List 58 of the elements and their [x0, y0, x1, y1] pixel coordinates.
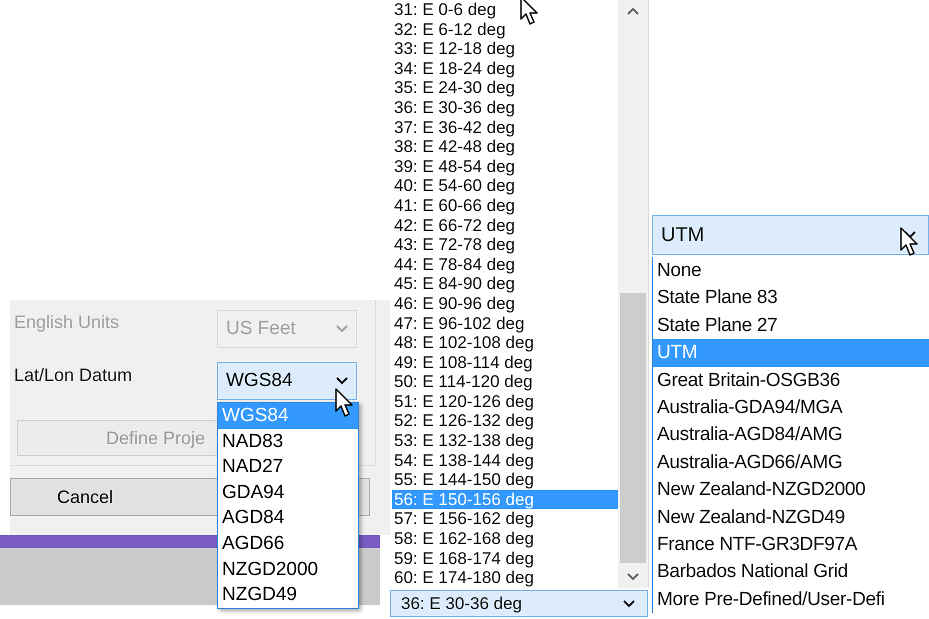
- dropdown-option[interactable]: GDA94: [218, 480, 358, 506]
- dropdown-option[interactable]: 37: E 36-42 deg: [392, 118, 618, 138]
- dropdown-option[interactable]: State Plane 83: [653, 284, 929, 312]
- dropdown-option[interactable]: Barbados National Grid: [653, 558, 929, 586]
- dropdown-option[interactable]: 39: E 48-54 deg: [392, 156, 618, 176]
- chevron-down-icon: [336, 377, 348, 385]
- datum-dropdown[interactable]: WGS84: [217, 362, 357, 400]
- dropdown-option[interactable]: More Pre-Defined/User-Defi: [653, 586, 929, 614]
- scrollbar[interactable]: [618, 0, 648, 588]
- dropdown-option[interactable]: State Plane 27: [653, 312, 929, 340]
- dropdown-option[interactable]: 57: E 156-162 deg: [392, 509, 618, 530]
- chevron-down-icon: [623, 600, 635, 608]
- dropdown-option[interactable]: New Zealand-NZGD49: [653, 504, 929, 531]
- scrollbar-thumb[interactable]: [620, 293, 646, 563]
- chevron-down-icon: [627, 573, 639, 581]
- dropdown-option[interactable]: 36: E 30-36 deg: [392, 98, 618, 118]
- dropdown-option[interactable]: NZGD2000: [218, 556, 358, 582]
- dropdown-option[interactable]: 32: E 6-12 deg: [392, 20, 618, 40]
- dropdown-option[interactable]: 31: E 0-6 deg: [392, 0, 618, 20]
- dropdown-option[interactable]: 51: E 120-126 deg: [392, 392, 618, 412]
- dropdown-option[interactable]: New Zealand-NZGD2000: [653, 476, 929, 504]
- dropdown-option[interactable]: Australia-AGD84/AMG: [653, 421, 929, 449]
- dropdown-option[interactable]: 40: E 54-60 deg: [392, 176, 618, 196]
- dropdown-option[interactable]: France NTF-GR3DF97A: [653, 530, 929, 558]
- dropdown-option[interactable]: 48: E 102-108 deg: [392, 333, 618, 353]
- dropdown-option[interactable]: 47: E 96-102 deg: [392, 314, 618, 334]
- dropdown-option[interactable]: 38: E 42-48 deg: [392, 137, 618, 157]
- dropdown-option[interactable]: 41: E 60-66 deg: [392, 196, 618, 216]
- dropdown-option[interactable]: 54: E 138-144 deg: [392, 450, 618, 470]
- dropdown-option[interactable]: 55: E 144-150 deg: [392, 470, 618, 490]
- field-label: Lat/Lon Datum: [14, 365, 132, 386]
- dropdown-option[interactable]: 42: E 66-72 deg: [392, 216, 618, 236]
- dropdown-option[interactable]: 53: E 132-138 deg: [392, 431, 618, 451]
- dropdown-option[interactable]: AGD66: [218, 530, 358, 557]
- dropdown-option[interactable]: 35: E 24-30 deg: [392, 78, 618, 98]
- field-label: English Units: [14, 312, 120, 333]
- dropdown-option[interactable]: Australia-GDA94/MGA: [653, 394, 929, 422]
- dropdown-option[interactable]: NAD27: [218, 454, 358, 480]
- dropdown-option[interactable]: 49: E 108-114 deg: [392, 352, 618, 372]
- dropdown-option[interactable]: 45: E 84-90 deg: [392, 274, 618, 294]
- projection-dropdown[interactable]: UTM: [652, 215, 929, 255]
- dropdown-option[interactable]: Great Britain-OSGB36: [653, 366, 929, 394]
- zone-dropdown[interactable]: 36: E 30-36 deg: [390, 590, 648, 617]
- dropdown-option[interactable]: Australia-AGD66/AMG: [653, 448, 929, 476]
- dropdown-option[interactable]: NZGD49: [218, 582, 358, 608]
- chevron-up-icon: [627, 7, 639, 15]
- chevron-down-icon: [336, 325, 348, 333]
- dropdown-option[interactable]: 34: E 18-24 deg: [392, 58, 618, 78]
- dropdown-option[interactable]: 59: E 168-174 deg: [392, 548, 618, 568]
- dropdown-option[interactable]: 50: E 114-120 deg: [392, 372, 618, 392]
- dropdown-option[interactable]: 44: E 78-84 deg: [392, 254, 618, 274]
- dropdown-option[interactable]: 46: E 90-96 deg: [392, 294, 618, 314]
- dropdown-option[interactable]: 52: E 126-132 deg: [392, 411, 618, 432]
- dropdown-option[interactable]: 58: E 162-168 deg: [392, 529, 618, 549]
- dropdown-option[interactable]: None: [653, 257, 929, 284]
- dropdown-option[interactable]: 33: E 12-18 deg: [392, 39, 618, 59]
- dropdown-option[interactable]: 60: E 174-180 deg: [392, 568, 618, 588]
- dropdown-option[interactable]: 43: E 72-78 deg: [392, 235, 618, 255]
